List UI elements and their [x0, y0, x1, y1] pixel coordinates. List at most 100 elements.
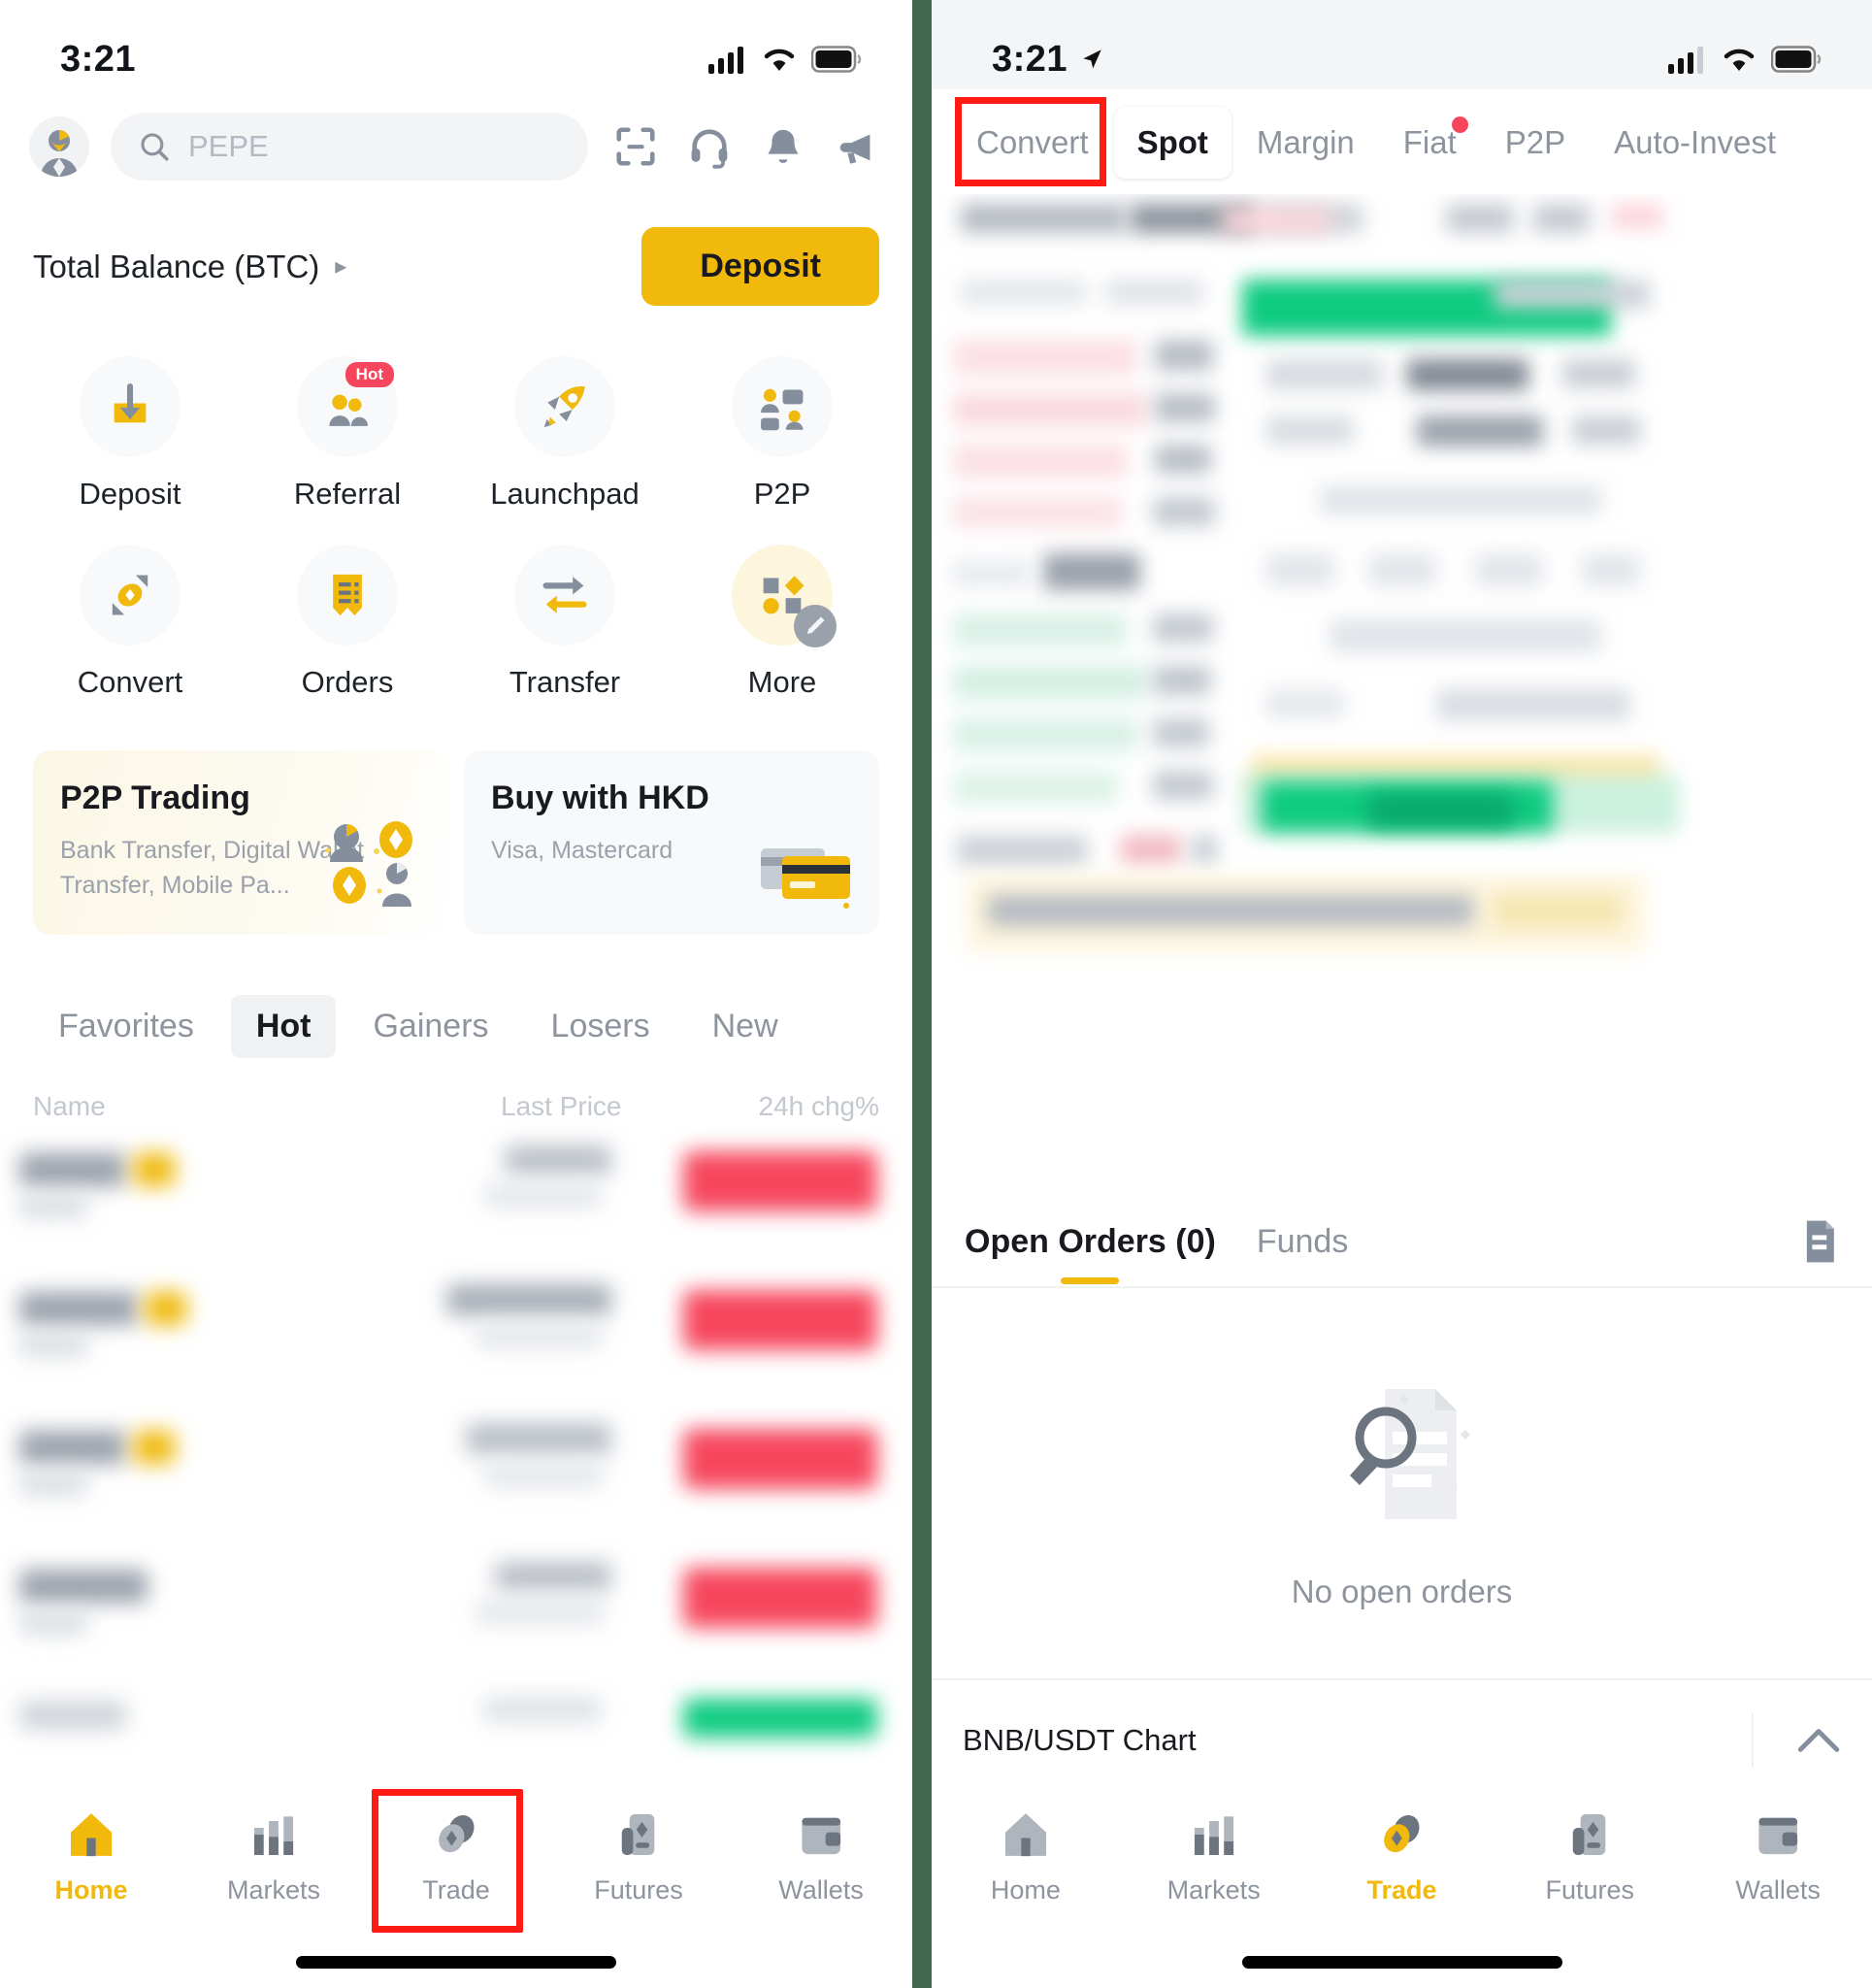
- tab-favorites[interactable]: Favorites: [33, 995, 219, 1058]
- total-balance-label[interactable]: Total Balance (BTC) ▸: [33, 248, 346, 285]
- quick-action-referral[interactable]: Hot Referral: [239, 356, 456, 512]
- quick-action-label: P2P: [753, 477, 811, 511]
- nav-item-futures[interactable]: Futures: [1495, 1807, 1684, 1905]
- nav-label: Wallets: [778, 1875, 864, 1905]
- nav-label: Home: [990, 1875, 1061, 1905]
- quick-action-label: Orders: [301, 665, 394, 699]
- nav-label: Trade: [422, 1875, 490, 1905]
- promo-title: P2P Trading: [60, 779, 250, 816]
- quick-action-transfer[interactable]: Transfer: [456, 545, 673, 700]
- table-row[interactable]: [19, 1275, 893, 1413]
- orders-icon: [297, 545, 398, 646]
- status-time: 3:21: [60, 38, 137, 80]
- tab-new[interactable]: New: [687, 995, 804, 1058]
- table-row[interactable]: [19, 1552, 893, 1691]
- deposit-button[interactable]: Deposit: [641, 227, 879, 306]
- order-history-icon[interactable]: [1800, 1219, 1839, 1286]
- quick-action-orders[interactable]: Orders: [239, 545, 456, 700]
- quick-action-label: Convert: [77, 665, 183, 699]
- headset-icon[interactable]: [683, 120, 736, 173]
- quick-action-more[interactable]: More: [673, 545, 891, 700]
- nav-item-home[interactable]: Home: [932, 1807, 1120, 1905]
- more-icon: [732, 545, 837, 647]
- nav-item-trade[interactable]: Trade: [365, 1807, 547, 1905]
- tab-losers[interactable]: Losers: [526, 995, 675, 1058]
- no-results-icon: [1349, 1389, 1470, 1519]
- nav-item-markets[interactable]: Markets: [1120, 1807, 1308, 1905]
- nav-label: Wallets: [1735, 1875, 1821, 1905]
- tab-spot[interactable]: Spot: [1113, 107, 1232, 179]
- table-row[interactable]: [19, 1413, 893, 1552]
- search-input[interactable]: PEPE: [111, 113, 588, 181]
- futures-icon: [1573, 1814, 1606, 1855]
- search-placeholder-text: PEPE: [188, 129, 269, 163]
- nav-label: Futures: [594, 1875, 683, 1905]
- wifi-icon: [1724, 49, 1755, 71]
- avatar[interactable]: [29, 116, 89, 177]
- empty-orders-state: No open orders: [932, 1288, 1872, 1678]
- total-balance-text: Total Balance (BTC): [33, 248, 320, 284]
- screenshot-divider: [912, 0, 932, 1988]
- quick-action-label: Transfer: [509, 665, 621, 699]
- tab-auto-invest[interactable]: Auto-Invest: [1591, 107, 1799, 179]
- quick-action-deposit[interactable]: Deposit: [21, 356, 239, 512]
- chevron-up-icon[interactable]: [1796, 1726, 1841, 1755]
- nav-item-markets[interactable]: Markets: [182, 1807, 365, 1905]
- p2p-icon: [732, 356, 833, 457]
- nav-label: Futures: [1545, 1875, 1635, 1905]
- chart-toggle-row[interactable]: BNB/USDT Chart: [932, 1678, 1872, 1801]
- spot-trade-panel-blurred: [932, 194, 1872, 1184]
- markets-icon: [253, 1816, 294, 1855]
- tab-open-orders[interactable]: Open Orders (0): [965, 1223, 1216, 1284]
- notification-dot-icon: [1451, 116, 1468, 133]
- column-header-24h-change: 24h chg%: [758, 1091, 879, 1121]
- right-bottom-nav: Home Markets Trade Futures Wallets: [932, 1786, 1872, 1988]
- nav-item-futures[interactable]: Futures: [547, 1807, 730, 1905]
- scan-icon[interactable]: [609, 120, 662, 173]
- tab-margin[interactable]: Margin: [1233, 107, 1378, 179]
- status-indicators: [708, 45, 862, 74]
- markets-icon: [1194, 1816, 1233, 1855]
- promo-title: Buy with HKD: [491, 779, 709, 816]
- wallets-icon: [802, 1817, 841, 1855]
- quick-action-label: Launchpad: [490, 477, 640, 511]
- home-indicator: [1241, 1956, 1562, 1969]
- empty-state-text: No open orders: [1291, 1574, 1513, 1609]
- nav-item-home[interactable]: Home: [0, 1807, 182, 1905]
- quick-action-convert[interactable]: Convert: [21, 545, 239, 700]
- credit-card-illustration-icon: [757, 835, 858, 915]
- left-phone-screen: 3:21 PEPE Total Balance (BTC) ▸ Deposit …: [0, 0, 912, 1988]
- p2p-illustration-icon: [320, 817, 427, 915]
- promo-card-p2p-trading[interactable]: P2P Trading Bank Transfer, Digital Walle…: [33, 750, 448, 935]
- table-row[interactable]: [19, 1136, 893, 1275]
- tab-gainers[interactable]: Gainers: [347, 995, 513, 1058]
- tab-funds[interactable]: Funds: [1257, 1223, 1349, 1282]
- edit-icon[interactable]: [794, 605, 837, 647]
- tab-open-orders-label: Open Orders (0): [965, 1223, 1216, 1260]
- nav-item-trade[interactable]: Trade: [1308, 1807, 1496, 1905]
- nav-item-wallets[interactable]: Wallets: [1684, 1807, 1872, 1905]
- quick-action-label: More: [747, 665, 817, 699]
- bell-icon[interactable]: [757, 120, 809, 173]
- left-header-row: PEPE: [0, 89, 912, 190]
- tab-convert[interactable]: Convert: [953, 107, 1112, 179]
- quick-action-p2p[interactable]: P2P: [673, 356, 891, 512]
- promo-card-buy-with-hkd[interactable]: Buy with HKD Visa, Mastercard: [464, 750, 879, 935]
- battery-icon: [1771, 46, 1822, 73]
- announcement-icon[interactable]: [831, 120, 883, 173]
- market-tabs: Favorites Hot Gainers Losers New: [0, 935, 912, 1058]
- tab-hot[interactable]: Hot: [230, 995, 337, 1058]
- location-arrow-icon: [1083, 50, 1101, 69]
- wifi-icon: [764, 49, 795, 71]
- nav-item-wallets[interactable]: Wallets: [730, 1807, 912, 1905]
- referral-icon: Hot: [297, 356, 398, 457]
- quick-action-launchpad[interactable]: Launchpad: [456, 356, 673, 512]
- wallets-icon: [1758, 1817, 1798, 1855]
- column-header-name: Name: [33, 1091, 106, 1121]
- trade-type-tabs: Convert Spot Margin Fiat P2P Auto-Invest: [932, 89, 1872, 194]
- tab-fiat[interactable]: Fiat: [1380, 107, 1480, 179]
- search-icon: [141, 133, 169, 161]
- home-indicator: [296, 1956, 616, 1969]
- transfer-icon: [514, 545, 615, 646]
- tab-p2p[interactable]: P2P: [1482, 107, 1589, 179]
